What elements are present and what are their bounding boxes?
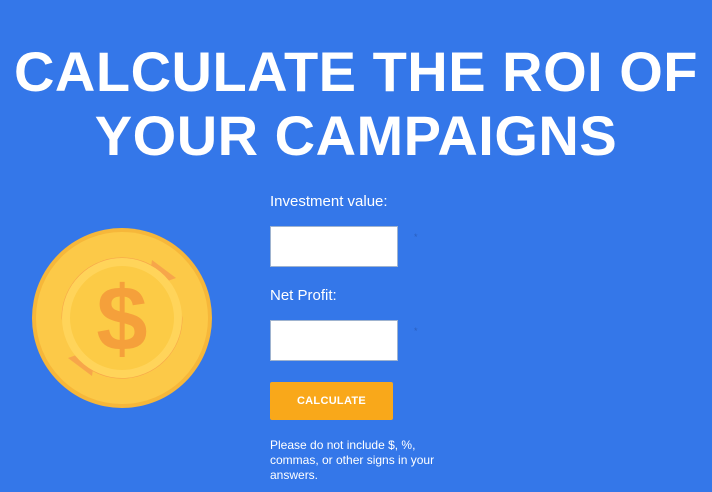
investment-value-input[interactable]: [270, 226, 398, 267]
investment-value-label: Investment value:: [270, 193, 388, 210]
required-marker: *: [414, 326, 418, 336]
input-instructions-note: Please do not include $, %, commas, or o…: [270, 438, 435, 482]
dollar-coin-icon: $: [30, 226, 214, 410]
calculate-button[interactable]: CALCULATE: [270, 382, 393, 420]
roi-form: Investment value: * Net Profit: * CALCUL…: [270, 0, 690, 492]
svg-text:$: $: [96, 268, 147, 370]
net-profit-label: Net Profit:: [270, 287, 337, 304]
net-profit-input[interactable]: [270, 320, 398, 361]
required-marker: *: [414, 232, 418, 242]
